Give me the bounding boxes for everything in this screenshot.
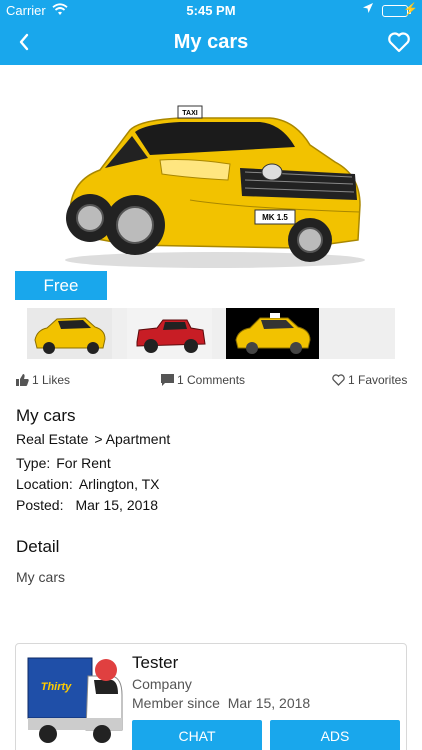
taxi-car-icon (235, 313, 311, 354)
type-value: For Rent (56, 455, 111, 471)
ads-button[interactable]: ADS (270, 720, 400, 750)
truck-logo-text: Thirty (41, 681, 72, 693)
status-bar: Carrier 5:45 PM ⚡ (0, 0, 422, 20)
charging-icon: ⚡ (403, 2, 418, 16)
likes-stat[interactable]: 1 Likes (16, 373, 70, 387)
delivery-truck-icon: Thirty (27, 657, 123, 743)
seller-type: Company (132, 676, 192, 692)
location-label: Location: (16, 476, 73, 492)
comments-count: 1 Comments (177, 373, 246, 387)
comments-stat[interactable]: 1 Comments (161, 373, 245, 387)
detail-heading: Detail (16, 537, 60, 556)
thumbnail-taxi-dark[interactable] (226, 308, 319, 359)
favorites-count: 1 Favorites (348, 373, 408, 387)
comment-icon (161, 374, 174, 386)
photo-thumbnail-strip (27, 308, 395, 359)
seller-name: Tester (132, 653, 179, 672)
thumbnail-yellow-car[interactable] (27, 308, 112, 359)
member-since-value: Mar 15, 2018 (227, 695, 311, 711)
posted-value: Mar 15, 2018 (75, 497, 158, 513)
favorite-button[interactable] (386, 29, 412, 55)
page-title: My cars (173, 31, 249, 53)
clock: 5:45 PM (186, 3, 236, 18)
seller-member-since: Member since Mar 15, 2018 (132, 695, 310, 711)
thumbnail-red-truck[interactable] (127, 308, 212, 359)
navigation-bar: My cars (0, 20, 422, 65)
seller-card: Thirty Tester Company Member since Mar 1… (15, 643, 407, 750)
taxi-sign-text: TAXI (182, 110, 197, 117)
chat-button[interactable]: CHAT (132, 720, 262, 750)
likes-count: 1 Likes (32, 373, 71, 387)
taxi-car-image: TAXI MK 1.5 (65, 105, 365, 268)
favorites-stat[interactable]: 1 Favorites (332, 373, 407, 387)
subcategory-label: > Apartment (94, 431, 171, 447)
category-label: Real Estate (16, 431, 89, 447)
price-badge: Free (15, 271, 107, 300)
type-label: Type: (16, 455, 51, 471)
location-arrow-icon (362, 2, 374, 17)
listing-posted: Posted: Mar 15, 2018 (16, 497, 158, 513)
member-since-label: Member since (132, 695, 220, 711)
heart-outline-icon (388, 32, 410, 53)
heart-outline-icon (332, 374, 345, 386)
license-plate-text: MK 1.5 (262, 213, 288, 222)
detail-text: My cars (16, 569, 65, 585)
listing-title: My cars (16, 406, 76, 425)
location-value: Arlington, TX (78, 476, 160, 492)
red-truck-icon (136, 319, 206, 353)
seller-avatar[interactable]: Thirty (26, 650, 126, 750)
main-photo[interactable]: TAXI MK 1.5 (0, 65, 422, 305)
thumbs-up-icon (16, 374, 29, 386)
listing-stats: 1 Likes 1 Comments 1 Favorites (0, 372, 422, 390)
yellow-car-icon (34, 317, 106, 354)
listing-type: Type: For Rent (16, 455, 111, 471)
listing-location: Location: Arlington, TX (16, 476, 160, 492)
posted-label: Posted: (16, 497, 64, 513)
listing-category: Real Estate > Apartment (16, 431, 170, 447)
